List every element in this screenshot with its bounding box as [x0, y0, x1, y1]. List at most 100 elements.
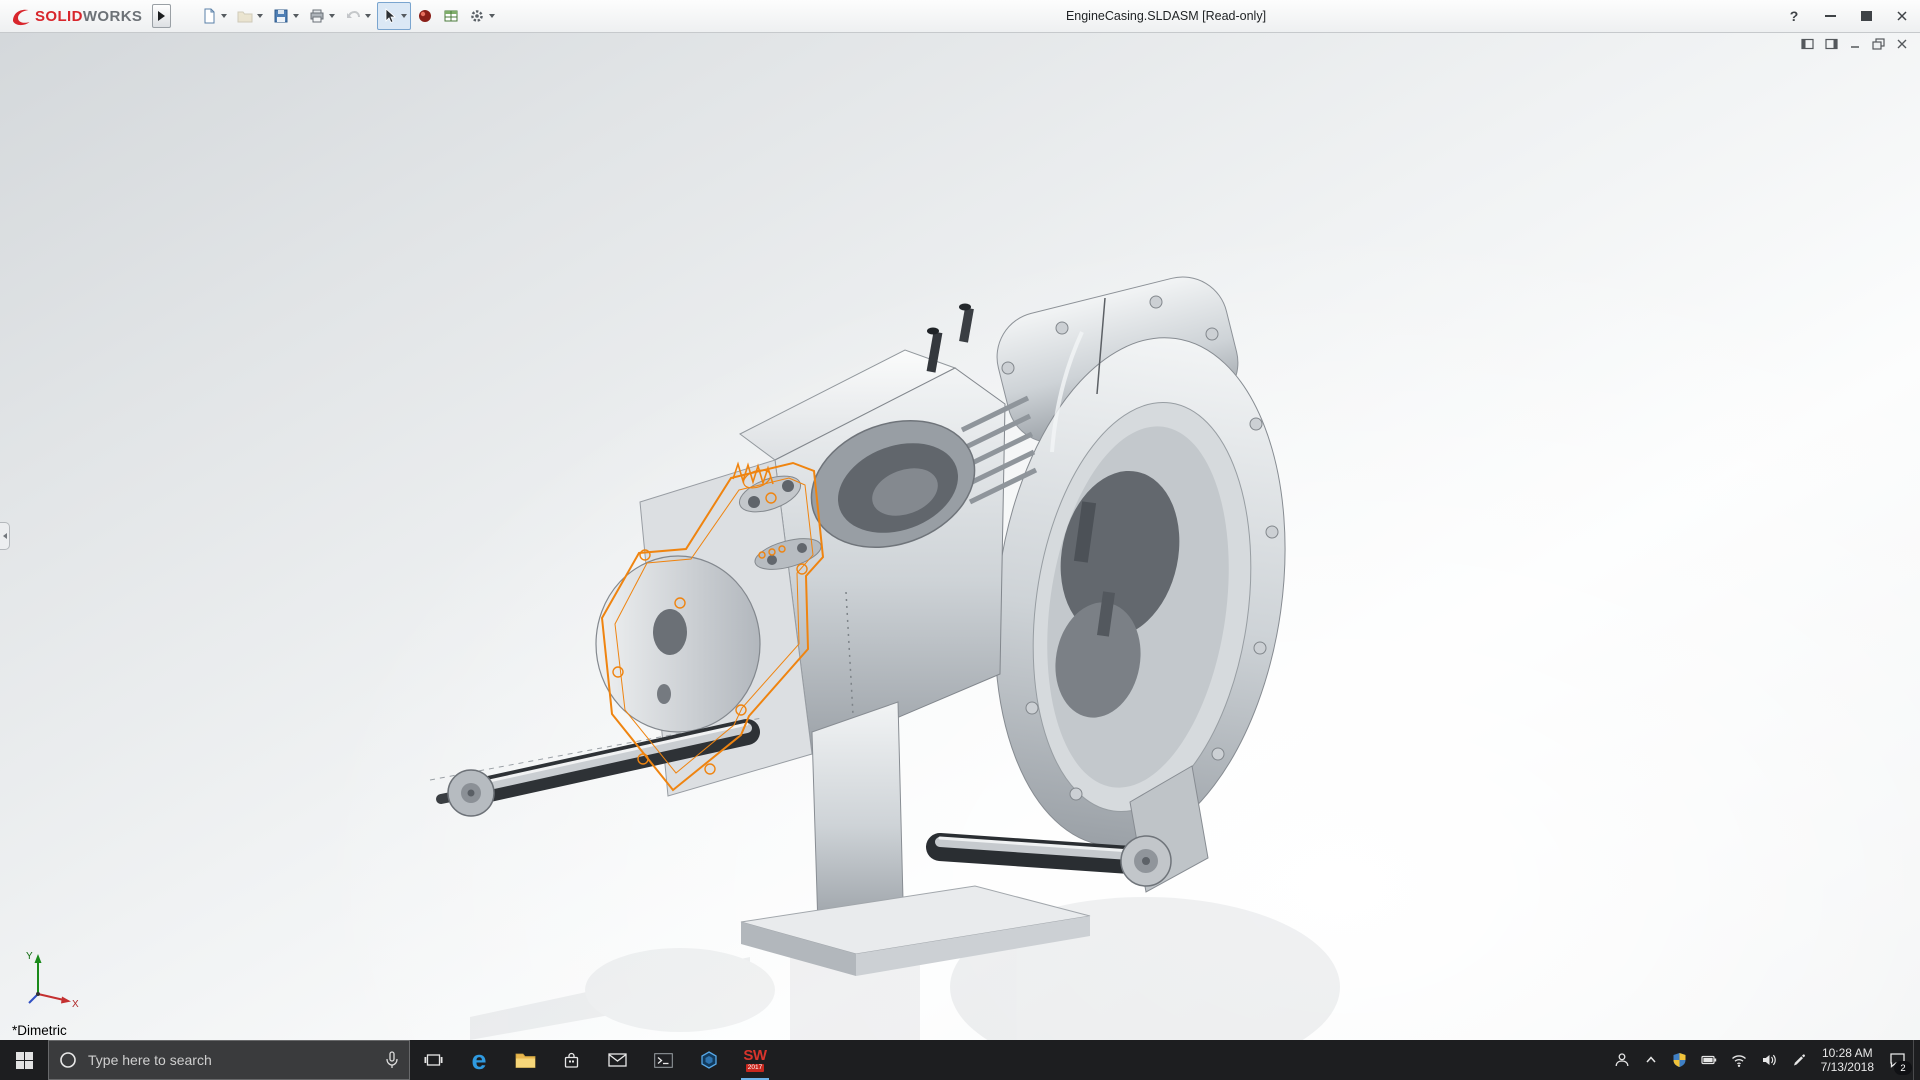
people-icon: [1614, 1052, 1630, 1068]
show-hidden-icons-button[interactable]: [1637, 1040, 1665, 1080]
task-view-button[interactable]: [410, 1040, 456, 1080]
battery-icon: [1701, 1052, 1717, 1068]
appearance-sphere-icon: [417, 8, 433, 24]
print-button[interactable]: [305, 2, 339, 30]
clutch-cover-part[interactable]: [964, 267, 1316, 892]
open-button[interactable]: [233, 2, 267, 30]
start-button[interactable]: [0, 1040, 48, 1080]
show-desktop-button[interactable]: [1913, 1040, 1920, 1080]
titlebar: SOLIDWORKS: [0, 0, 1920, 33]
solidworks-window: SOLIDWORKS: [0, 0, 1920, 1080]
wifi-icon: [1731, 1053, 1747, 1068]
windows-taskbar: e: [0, 1040, 1920, 1080]
design-table-button[interactable]: [439, 2, 463, 30]
console-icon: [654, 1053, 673, 1068]
graphics-viewport[interactable]: Y X *Dimetric: [0, 32, 1920, 1040]
doc-minimize-button[interactable]: [1849, 38, 1861, 50]
pen-button[interactable]: [1784, 1040, 1813, 1080]
view-orientation-label: *Dimetric: [12, 1023, 67, 1038]
maximize-icon: [1861, 11, 1872, 21]
pane-left-icon: [1801, 38, 1814, 50]
minimize-icon: [1849, 38, 1861, 50]
chevron-down-icon: [365, 14, 371, 18]
chevron-down-icon: [293, 14, 299, 18]
arrow-right-icon: [158, 11, 165, 21]
minimize-icon: [1825, 15, 1836, 17]
chevron-up-icon: [1644, 1053, 1658, 1067]
window-controls: ?: [1776, 0, 1920, 32]
document-title: EngineCasing.SLDASM [Read-only]: [1066, 0, 1266, 32]
save-icon: [273, 8, 289, 24]
shaft-right-part[interactable]: [940, 836, 1171, 886]
chevron-down-icon: [257, 14, 263, 18]
clock-date: 7/13/2018: [1821, 1060, 1874, 1074]
options-button[interactable]: [465, 2, 499, 30]
hexagon-app-icon: [700, 1051, 718, 1069]
close-icon: [1896, 10, 1908, 22]
close-icon: [1896, 38, 1908, 50]
close-button[interactable]: [1884, 0, 1920, 32]
orientation-triad[interactable]: Y X: [24, 946, 82, 1008]
microphone-icon[interactable]: [385, 1051, 399, 1069]
select-tool-button[interactable]: [377, 2, 411, 30]
volume-button[interactable]: [1754, 1040, 1784, 1080]
maximize-button[interactable]: [1848, 0, 1884, 32]
store-button[interactable]: [548, 1040, 594, 1080]
windows-logo-icon: [16, 1052, 33, 1069]
system-tray: 10:28 AM 7/13/2018 2: [1607, 1040, 1920, 1080]
pane-right-icon: [1825, 38, 1838, 50]
edge-button[interactable]: e: [456, 1040, 502, 1080]
chevron-down-icon: [221, 14, 227, 18]
security-button[interactable]: [1665, 1040, 1694, 1080]
taskbar-clock[interactable]: 10:28 AM 7/13/2018: [1813, 1046, 1882, 1075]
network-button[interactable]: [1724, 1040, 1754, 1080]
appearance-button[interactable]: [413, 2, 437, 30]
menu-flyout-button[interactable]: [152, 4, 171, 28]
file-explorer-button[interactable]: [502, 1040, 548, 1080]
open-folder-icon: [237, 8, 253, 24]
save-button[interactable]: [269, 2, 303, 30]
defender-shield-icon: [1672, 1052, 1687, 1068]
task-view-icon: [424, 1051, 443, 1069]
engine-casing-model[interactable]: [0, 32, 1920, 1040]
dowel-pins: [927, 304, 974, 373]
minimize-button[interactable]: [1812, 0, 1848, 32]
console-button[interactable]: [640, 1040, 686, 1080]
taskbar-search-box[interactable]: [48, 1040, 410, 1080]
solidworks-menu[interactable]: SOLIDWORKS: [0, 5, 146, 27]
doc-close-button[interactable]: [1896, 38, 1908, 50]
options-gear-icon: [469, 8, 485, 24]
y-axis-label: Y: [26, 951, 33, 962]
help-button[interactable]: ?: [1776, 0, 1812, 32]
volume-icon: [1761, 1052, 1777, 1068]
notification-badge: 2: [1894, 1061, 1912, 1075]
mail-envelope-icon: [608, 1053, 627, 1067]
pen-icon: [1791, 1053, 1806, 1068]
chevron-down-icon: [489, 14, 495, 18]
hexagon-app-button[interactable]: [686, 1040, 732, 1080]
edge-icon: e: [471, 1047, 486, 1074]
solidworks-icon: SW 2017: [743, 1048, 766, 1073]
mail-button[interactable]: [594, 1040, 640, 1080]
menu-bar-toolbar: [197, 2, 499, 30]
doc-restore-button[interactable]: [1872, 38, 1885, 50]
chevron-down-icon: [401, 14, 407, 18]
pane-right-button[interactable]: [1825, 38, 1838, 50]
new-document-button[interactable]: [197, 2, 231, 30]
x-axis-label: X: [72, 999, 79, 1008]
search-input[interactable]: [86, 1051, 376, 1069]
ds-logo-icon: [10, 5, 32, 27]
solidworks-taskbar-button[interactable]: SW 2017: [732, 1040, 778, 1080]
new-document-icon: [201, 8, 217, 24]
undo-button[interactable]: [341, 2, 375, 30]
pane-left-button[interactable]: [1801, 38, 1814, 50]
people-button[interactable]: [1607, 1040, 1637, 1080]
document-window-controls: [1801, 38, 1908, 50]
undo-icon: [345, 8, 361, 24]
battery-button[interactable]: [1694, 1040, 1724, 1080]
arrow-left-icon: [3, 533, 7, 539]
action-center-button[interactable]: 2: [1882, 1040, 1913, 1080]
cortana-icon: [59, 1051, 77, 1069]
featuremanager-flyout-tab[interactable]: [0, 522, 10, 550]
file-explorer-icon: [515, 1052, 536, 1069]
